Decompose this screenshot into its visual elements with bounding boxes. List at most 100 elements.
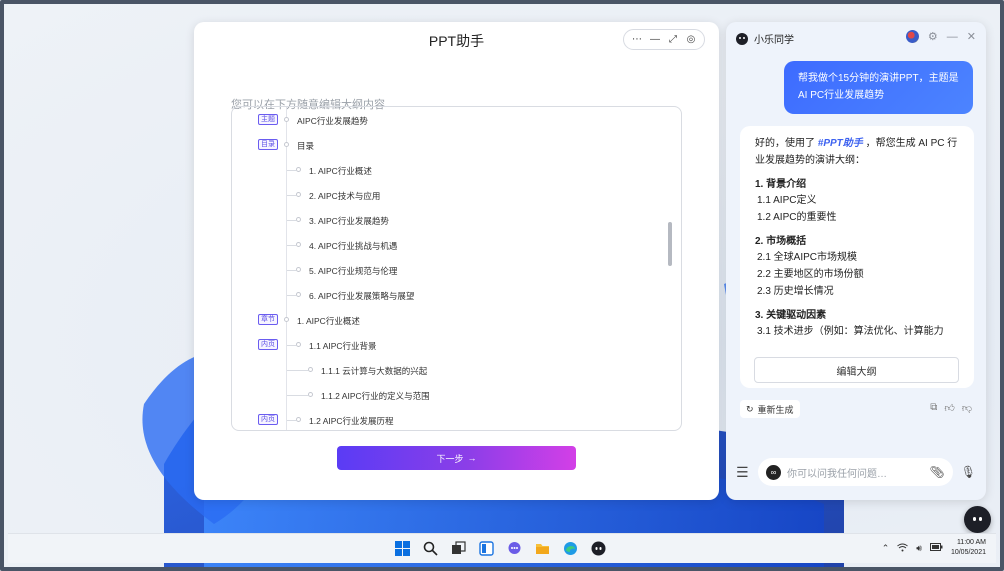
outline-editor[interactable]: 主题 AIPC行业发展趋势 目录 目录 1. AIPC行业概述 2. AIPC技术与应用 3… <box>231 106 682 431</box>
search-icon[interactable] <box>421 539 439 557</box>
outline-row-text[interactable]: 目录 <box>297 140 314 152</box>
attachment-icon[interactable]: 📎︎ <box>930 465 945 479</box>
assistant-logo-icon <box>736 32 748 45</box>
outline-node-dot <box>296 417 301 422</box>
outline-level-tag[interactable]: 章节 <box>258 314 278 325</box>
chat-input[interactable]: ∞ 你可以问我任何问题… 📎︎ <box>758 458 953 486</box>
outline-row[interactable]: 4. AIPC行业挑战与机遇 <box>232 235 681 255</box>
reply-section-title: 2. 市场概括 <box>755 236 807 247</box>
outline-row-text[interactable]: 6. AIPC行业发展策略与展望 <box>309 290 414 302</box>
outline-level-tag[interactable]: 目录 <box>258 139 278 150</box>
outline-row-text[interactable]: 1. AIPC行业概述 <box>309 165 372 177</box>
outline-connector <box>287 295 296 296</box>
minimize-icon[interactable]: — <box>947 31 958 43</box>
outline-row-text[interactable]: 5. AIPC行业规范与伦理 <box>309 265 397 277</box>
outline-connector <box>287 345 296 346</box>
close-icon[interactable]: ✕ <box>967 30 976 43</box>
chat-input-placeholder: 你可以问我任何问题… <box>787 468 887 480</box>
outline-row[interactable]: 1.1.1 云计算与大数据的兴起 <box>232 360 681 380</box>
outline-row-text[interactable]: 1.1.2 AIPC行业的定义与范围 <box>321 390 430 402</box>
user-message-bubble: 帮我做个15分钟的演讲PPT，主题是AI PC行业发展趋势 <box>784 61 973 114</box>
window-controls: ⋯ — ⤢ ◎ <box>623 29 705 50</box>
taskbar: ⌃ 🔊︎ 11:00 AM 10/05/2021 <box>8 533 996 563</box>
outline-row-text[interactable]: 3. AIPC行业发展趋势 <box>309 215 389 227</box>
outline-row[interactable]: 1. AIPC行业概述 <box>232 160 681 180</box>
regenerate-button[interactable]: ↻ 重新生成 <box>740 400 800 418</box>
outline-row-text[interactable]: 1. AIPC行业概述 <box>297 315 360 327</box>
outline-node-dot <box>296 292 301 297</box>
battery-icon[interactable] <box>929 543 943 553</box>
outline-connector <box>287 270 296 271</box>
reply-section-item: 3.1 技术进步（例如：算法优化、计算能力 <box>757 326 944 337</box>
outline-connector <box>287 395 308 396</box>
outline-row-text[interactable]: 1.1 AIPC行业背景 <box>309 340 377 352</box>
outline-level-tag[interactable]: 主题 <box>258 114 278 125</box>
assistant-header-actions: ⚙ — ✕ <box>905 30 976 43</box>
outline-row[interactable]: 目录 目录 <box>232 135 681 155</box>
arrow-right-icon: → <box>467 453 477 463</box>
task-view-icon[interactable] <box>449 539 467 557</box>
thumbs-up-icon[interactable]: 👍︎ <box>944 402 954 414</box>
chat-input-row: ☰ ∞ 你可以问我任何问题… 📎︎ 🎙︎ <box>736 457 976 487</box>
outline-row-text[interactable]: 1.1.1 云计算与大数据的兴起 <box>321 365 427 377</box>
outline-level-tag[interactable]: 内页 <box>258 414 278 425</box>
outline-connector <box>287 195 296 196</box>
windows-start-icon[interactable] <box>393 539 411 557</box>
outline-row[interactable]: 1.1.2 AIPC行业的定义与范围 <box>232 385 681 405</box>
system-clock[interactable]: 11:00 AM 10/05/2021 <box>951 538 986 558</box>
outline-scrollbar[interactable] <box>668 222 672 266</box>
outline-row-text[interactable]: AIPC行业发展趋势 <box>297 115 368 127</box>
reply-section-item: 1.1 AIPC定义 <box>757 195 817 206</box>
file-explorer-icon[interactable] <box>533 539 551 557</box>
thumbs-down-icon[interactable]: 👎︎ <box>962 402 972 414</box>
settings-icon[interactable]: ⚙ <box>928 30 938 43</box>
outline-row[interactable]: 内页 1.1 AIPC行业背景 <box>232 335 681 355</box>
outline-row-text[interactable]: 2. AIPC技术与应用 <box>309 190 380 202</box>
outline-row[interactable]: 章节 1. AIPC行业概述 <box>232 310 681 330</box>
reply-section-title: 1. 背景介绍 <box>755 179 807 190</box>
menu-icon[interactable]: ☰ <box>736 464 750 481</box>
avatar[interactable] <box>905 30 919 43</box>
wifi-icon[interactable] <box>897 543 909 554</box>
chevron-up-icon[interactable]: ⌃ <box>882 543 890 554</box>
feedback-actions: ⧉ 👍︎ 👎︎ <box>930 402 972 414</box>
outline-connector <box>287 220 296 221</box>
microphone-icon[interactable]: 🎙︎ <box>961 465 976 479</box>
outline-node-dot <box>296 342 301 347</box>
widgets-icon[interactable] <box>477 539 495 557</box>
regenerate-label: 重新生成 <box>757 404 794 415</box>
edit-outline-button[interactable]: 编辑大纲 <box>754 357 959 383</box>
outline-row-text[interactable]: 4. AIPC行业挑战与机遇 <box>309 240 397 252</box>
copy-icon[interactable]: ⧉ <box>930 402 937 414</box>
outline-row[interactable]: 内页 1.2 AIPC行业发展历程 <box>232 410 681 430</box>
outline-row[interactable]: 2. AIPC技术与应用 <box>232 185 681 205</box>
floating-assistant-icon[interactable] <box>964 506 991 533</box>
link-icon[interactable]: ∞ <box>766 464 781 480</box>
clock-time: 11:00 AM <box>956 539 986 546</box>
chat-icon[interactable] <box>505 539 523 557</box>
outline-row[interactable]: 6. AIPC行业发展策略与展望 <box>232 285 681 305</box>
outline-level-tag[interactable]: 内页 <box>258 339 278 350</box>
volume-icon[interactable]: 🔊︎ <box>916 543 922 554</box>
restore-icon[interactable]: ⤢ <box>666 34 680 45</box>
edge-browser-icon[interactable] <box>561 539 579 557</box>
outline-row[interactable]: 3. AIPC行业发展趋势 <box>232 210 681 230</box>
reply-intro: 好的，使用了 #PPT助手 ，帮您生成 AI PC 行业发展趋势的演讲大纲： <box>755 135 960 169</box>
more-icon[interactable]: ⋯ <box>630 34 644 45</box>
outline-node-dot <box>296 192 301 197</box>
outline-connector <box>287 370 308 371</box>
outline-row[interactable]: 5. AIPC行业规范与伦理 <box>232 260 681 280</box>
assistant-name: 小乐同学 <box>754 35 794 46</box>
outline-row-text[interactable]: 1.2 AIPC行业发展历程 <box>309 415 394 427</box>
assistant-app-icon[interactable] <box>589 539 607 557</box>
minimize-icon[interactable]: — <box>648 34 662 45</box>
system-tray: ⌃ 🔊︎ 11:00 AM 10/05/2021 <box>882 538 986 558</box>
plugin-tag[interactable]: #PPT助手 <box>818 138 863 149</box>
reply-section-item: 2.3 历史增长情况 <box>757 286 834 297</box>
reply-section-item: 2.2 主要地区的市场份额 <box>757 269 864 280</box>
assistant-panel: 小乐同学 ⚙ — ✕ 帮我做个15分钟的演讲PPT，主题是AI PC行业发展趋势… <box>726 22 986 500</box>
outline-connector <box>287 420 296 421</box>
next-step-button[interactable]: 下一步 → <box>337 446 576 470</box>
outline-row[interactable]: 主题 AIPC行业发展趋势 <box>232 110 681 130</box>
close-target-icon[interactable]: ◎ <box>684 34 698 45</box>
